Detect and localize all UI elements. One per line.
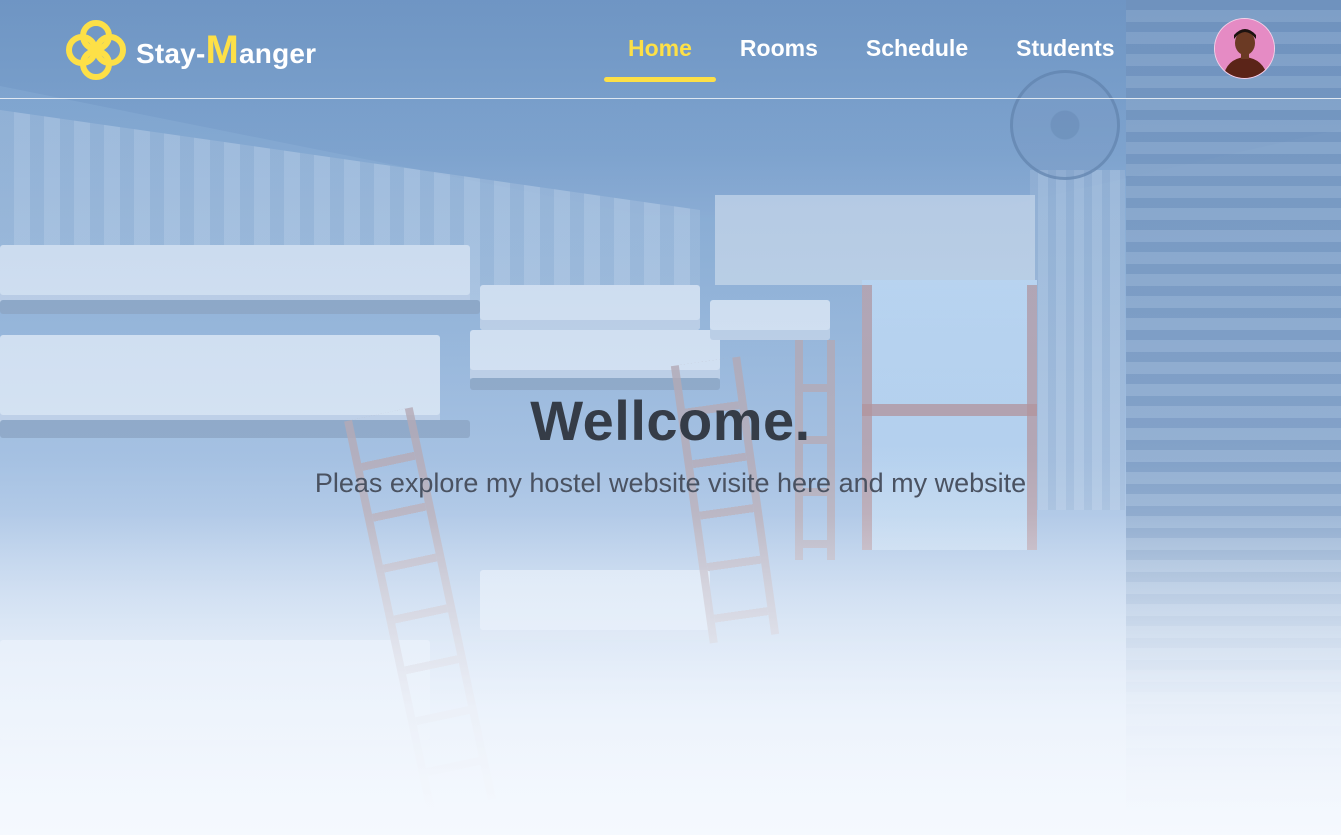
nav-home[interactable]: Home — [604, 30, 716, 82]
hero-subtitle: Pleas explore my hostel website visite h… — [314, 468, 1027, 498]
navbar: Stay-Manger Home Rooms Schedule Students — [0, 0, 1341, 99]
main-nav: Home Rooms Schedule Students — [604, 30, 1139, 82]
brand-suffix: anger — [239, 37, 317, 69]
nav-students[interactable]: Students — [992, 30, 1138, 82]
brand-name: Stay-Manger — [136, 28, 316, 73]
nav-schedule[interactable]: Schedule — [842, 30, 992, 82]
nav-rooms[interactable]: Rooms — [716, 30, 842, 82]
hero-title: Wellcome. — [530, 389, 811, 452]
logo[interactable]: Stay-Manger — [64, 18, 316, 82]
four-petal-flower-logo-icon — [64, 18, 128, 82]
profile-person-icon — [1215, 19, 1274, 78]
brand-initial: M — [205, 27, 239, 72]
brand-prefix: Stay- — [136, 37, 206, 69]
user-avatar[interactable] — [1214, 18, 1275, 79]
